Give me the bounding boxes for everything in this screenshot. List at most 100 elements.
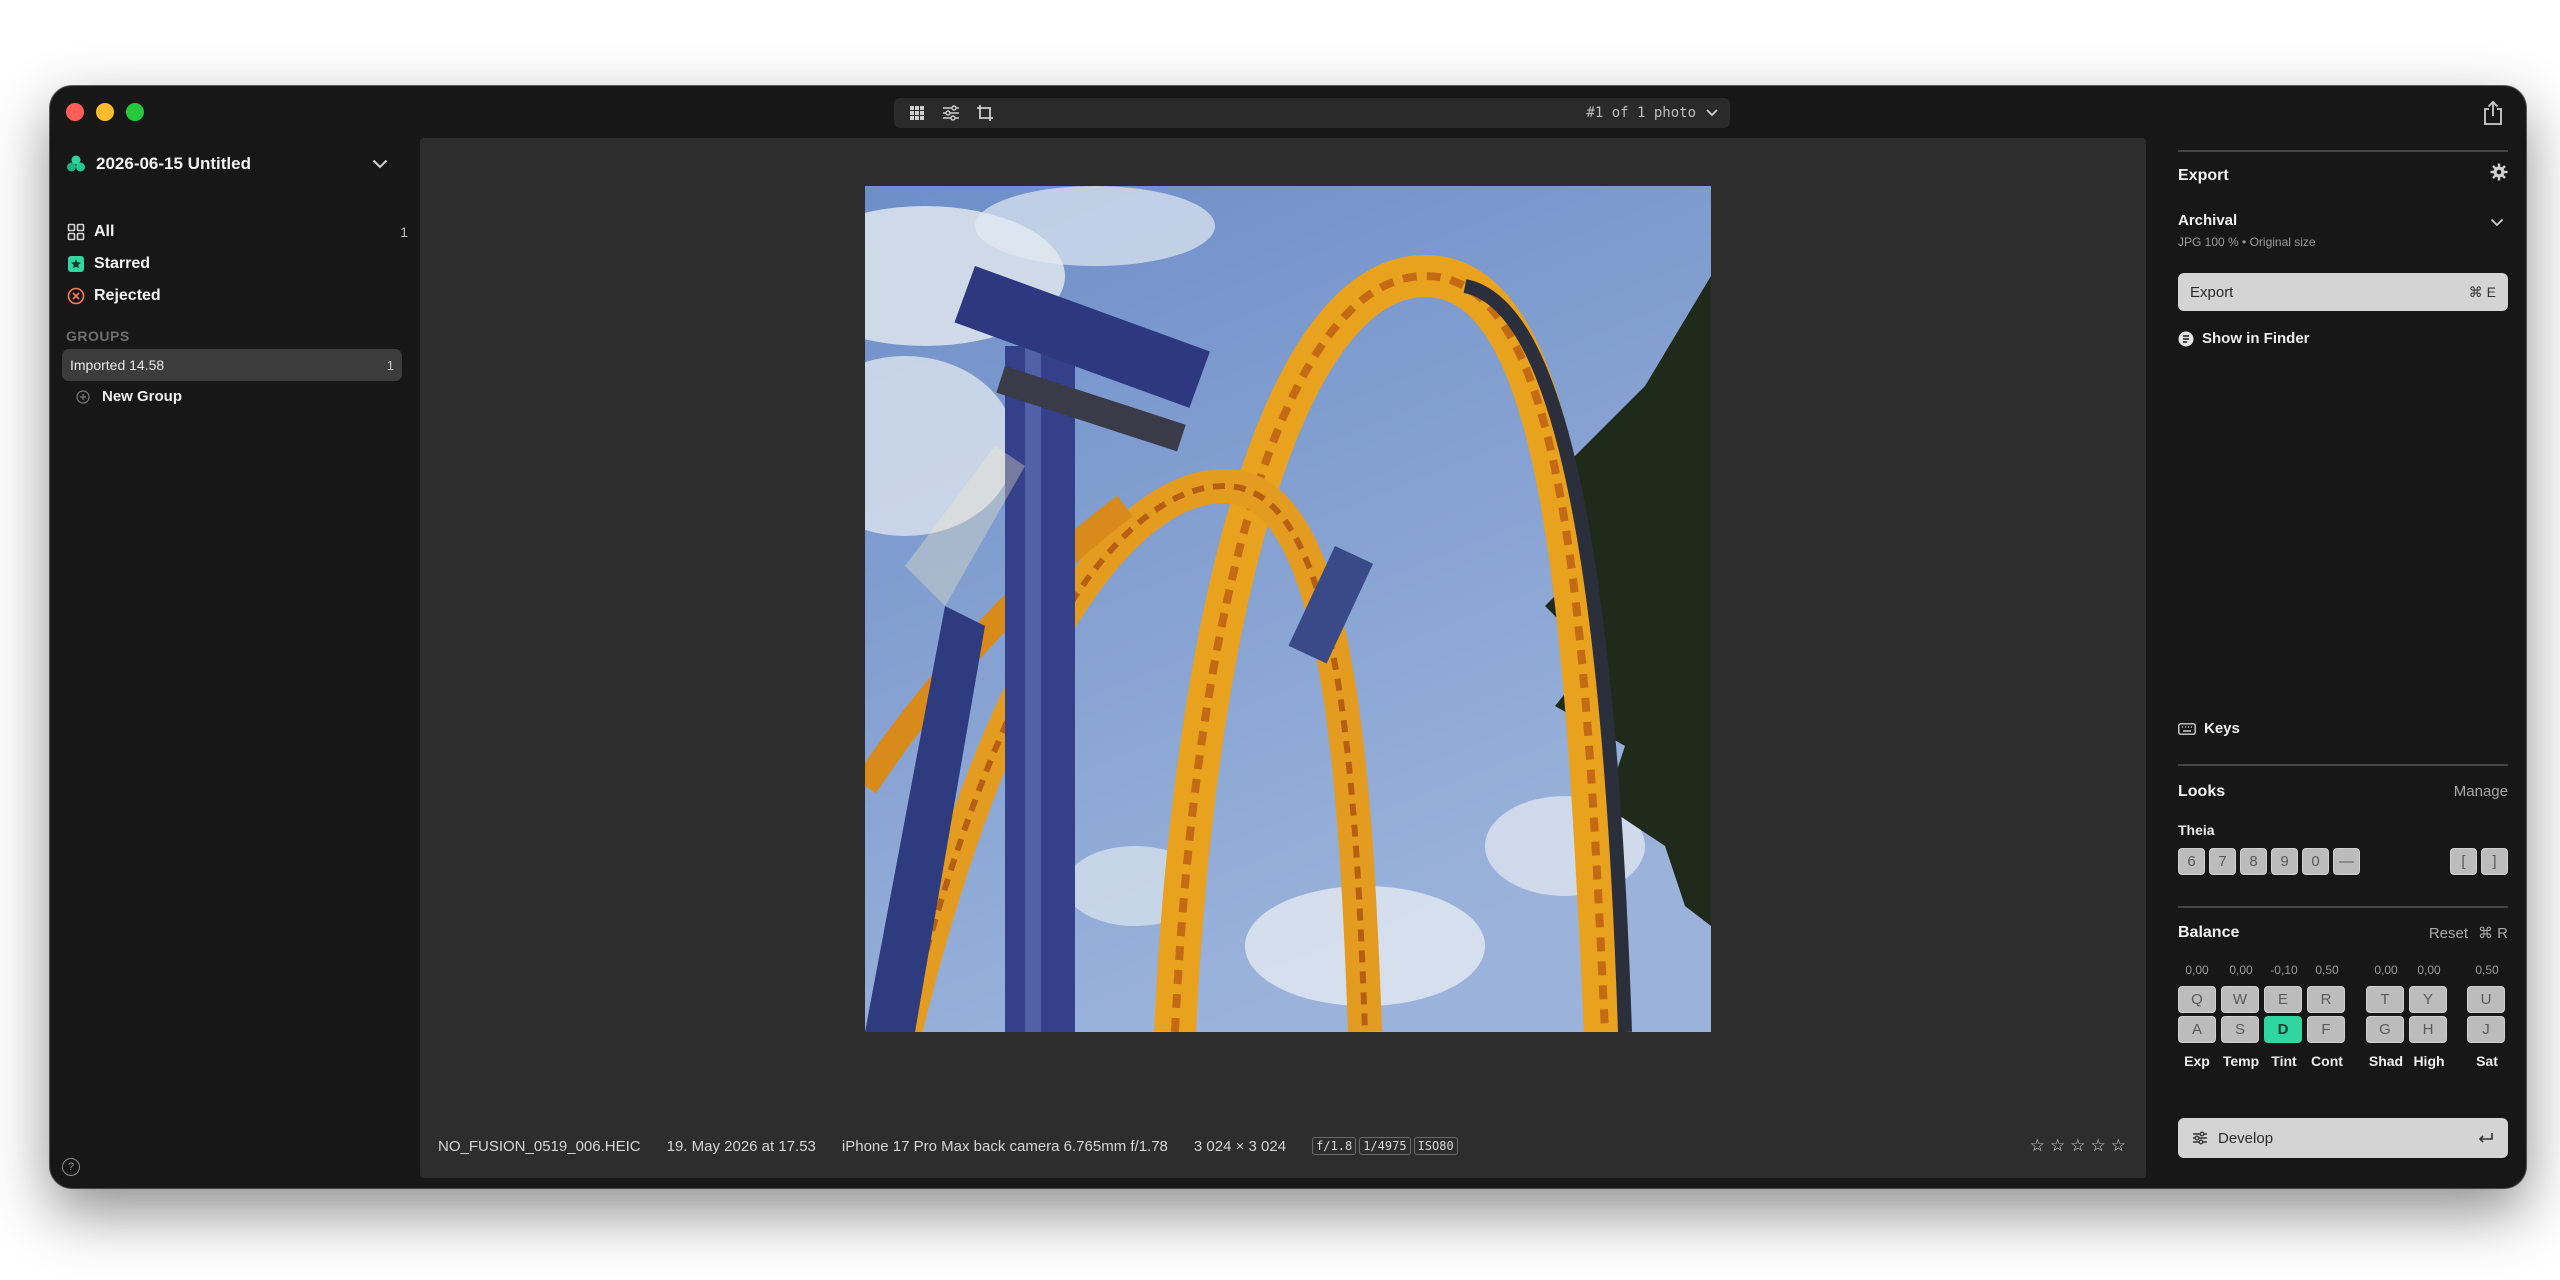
grid-view-button[interactable] bbox=[900, 98, 934, 128]
balance-reset-button[interactable]: Reset ⌘ R bbox=[2429, 924, 2508, 943]
star-2-icon[interactable]: ☆ bbox=[2050, 1136, 2065, 1156]
star-4-icon[interactable]: ☆ bbox=[2091, 1136, 2106, 1156]
share-icon bbox=[2484, 100, 2502, 125]
plus-circle-icon bbox=[76, 389, 90, 404]
traffic-lights bbox=[66, 103, 144, 121]
shutter-chip: 1/4975 bbox=[1359, 1137, 1411, 1155]
exp-down-key[interactable]: A bbox=[2178, 1016, 2216, 1043]
preset-chevron[interactable] bbox=[2490, 214, 2504, 232]
tint-value: -0,10 bbox=[2270, 963, 2298, 977]
look-keys: 6 7 8 9 0 — bbox=[2178, 848, 2360, 875]
looks-manage-button[interactable]: Manage bbox=[2454, 783, 2508, 800]
grid-icon bbox=[66, 222, 86, 242]
group-count: 1 bbox=[386, 357, 394, 373]
library-menu-chevron[interactable] bbox=[372, 156, 388, 174]
filter-rejected[interactable]: Rejected bbox=[66, 280, 408, 312]
crop-button[interactable] bbox=[968, 98, 1002, 128]
star-5-icon[interactable]: ☆ bbox=[2111, 1136, 2126, 1156]
photo-canvas: NO_FUSION_0519_006.HEIC 19. May 2026 at … bbox=[420, 138, 2146, 1178]
reset-shortcut: ⌘ R bbox=[2478, 925, 2508, 942]
look-key-9[interactable]: 9 bbox=[2271, 848, 2298, 875]
zoom-window-button[interactable] bbox=[126, 103, 144, 121]
shad-down-key[interactable]: G bbox=[2366, 1016, 2404, 1043]
capture-date: 19. May 2026 at 17.53 bbox=[666, 1137, 816, 1155]
temp-down-key[interactable]: S bbox=[2221, 1016, 2259, 1043]
temp-up-key[interactable]: W bbox=[2221, 986, 2259, 1013]
look-nav-keys: [ ] bbox=[2450, 848, 2508, 875]
library-selector[interactable]: 2026-06-15 Untitled bbox=[66, 154, 251, 174]
aperture-chip: f/1.8 bbox=[1312, 1137, 1357, 1155]
group-item[interactable]: Imported 14.58 1 bbox=[62, 349, 402, 381]
export-button[interactable]: Export ⌘ E bbox=[2178, 273, 2508, 311]
photo-count-label: #1 of 1 photo bbox=[1586, 105, 1696, 121]
filter-starred[interactable]: Starred bbox=[66, 248, 408, 280]
look-prev-key[interactable]: [ bbox=[2450, 848, 2477, 875]
star-3-icon[interactable]: ☆ bbox=[2070, 1136, 2085, 1156]
show-in-finder-label: Show in Finder bbox=[2202, 330, 2310, 347]
photo-counter-dropdown[interactable]: #1 of 1 photo bbox=[1586, 98, 1718, 128]
shad-value: 0,00 bbox=[2374, 963, 2398, 977]
high-down-key[interactable]: H bbox=[2409, 1016, 2447, 1043]
minimize-window-button[interactable] bbox=[96, 103, 114, 121]
cont-up-key[interactable]: R bbox=[2307, 986, 2345, 1013]
look-key-none[interactable]: — bbox=[2333, 848, 2360, 875]
photo-preview[interactable] bbox=[865, 186, 1711, 1032]
shad-label: Shad bbox=[2368, 1053, 2404, 1069]
roller-coaster-photo bbox=[865, 186, 1711, 1032]
help-icon[interactable]: ? bbox=[62, 1158, 80, 1176]
filter-rejected-label: Rejected bbox=[94, 287, 161, 304]
divider bbox=[2178, 906, 2508, 908]
star-1-icon[interactable]: ☆ bbox=[2030, 1136, 2045, 1156]
app-window: #1 of 1 photo 2026-06-15 Untitled All 1 bbox=[50, 86, 2526, 1188]
sat-up-key[interactable]: U bbox=[2467, 986, 2505, 1013]
shad-up-key[interactable]: T bbox=[2366, 986, 2404, 1013]
cont-down-key[interactable]: F bbox=[2307, 1016, 2345, 1043]
develop-button[interactable]: Develop bbox=[2178, 1118, 2508, 1158]
export-preset-detail: JPG 100 % • Original size bbox=[2178, 235, 2316, 249]
keys-toggle[interactable]: Keys bbox=[2178, 720, 2240, 737]
show-in-finder-button[interactable]: Show in Finder bbox=[2178, 330, 2310, 347]
sat-label: Sat bbox=[2476, 1053, 2498, 1069]
adjust-button[interactable] bbox=[934, 98, 968, 128]
look-next-key[interactable]: ] bbox=[2481, 848, 2508, 875]
export-settings-button[interactable] bbox=[2490, 163, 2508, 186]
gear-icon bbox=[2490, 163, 2508, 181]
filename: NO_FUSION_0519_006.HEIC bbox=[438, 1137, 641, 1155]
look-key-7[interactable]: 7 bbox=[2209, 848, 2236, 875]
finder-icon bbox=[2178, 331, 2194, 346]
toolbar: #1 of 1 photo bbox=[894, 98, 1730, 128]
grid-icon bbox=[910, 106, 924, 120]
sat-down-key[interactable]: J bbox=[2467, 1016, 2505, 1043]
new-group-label: New Group bbox=[102, 388, 183, 405]
tint-down-key[interactable]: D bbox=[2264, 1016, 2302, 1043]
keys-label: Keys bbox=[2204, 720, 2240, 737]
close-window-button[interactable] bbox=[66, 103, 84, 121]
filter-all[interactable]: All 1 bbox=[66, 216, 408, 248]
export-preset-name[interactable]: Archival bbox=[2178, 212, 2237, 229]
new-group-button[interactable]: New Group bbox=[76, 388, 182, 405]
look-key-0[interactable]: 0 bbox=[2302, 848, 2329, 875]
high-value: 0,00 bbox=[2417, 963, 2441, 977]
tint-up-key[interactable]: E bbox=[2264, 986, 2302, 1013]
photo-metadata-bar: NO_FUSION_0519_006.HEIC 19. May 2026 at … bbox=[438, 1134, 1461, 1158]
high-up-key[interactable]: Y bbox=[2409, 986, 2447, 1013]
cont-label: Cont bbox=[2311, 1053, 2343, 1069]
look-key-6[interactable]: 6 bbox=[2178, 848, 2205, 875]
looks-title: Looks bbox=[2178, 783, 2226, 800]
sliders-icon bbox=[2193, 1131, 2207, 1145]
filter-starred-label: Starred bbox=[94, 255, 151, 272]
export-shortcut: ⌘ E bbox=[2468, 283, 2496, 300]
exp-up-key[interactable]: Q bbox=[2178, 986, 2216, 1013]
filter-list: All 1 Starred Rejected bbox=[66, 216, 408, 312]
group-label: Imported 14.58 bbox=[70, 357, 165, 373]
develop-button-label: Develop bbox=[2218, 1129, 2274, 1147]
right-panel: Export Archival JPG 100 % • Original siz… bbox=[2178, 138, 2508, 1188]
reject-icon bbox=[66, 286, 86, 306]
sat-value: 0,50 bbox=[2475, 963, 2499, 977]
look-set-name: Theia bbox=[2178, 822, 2215, 838]
share-button[interactable] bbox=[2478, 98, 2508, 128]
cont-value: 0,50 bbox=[2315, 963, 2339, 977]
keyboard-icon bbox=[2178, 722, 2196, 735]
look-key-8[interactable]: 8 bbox=[2240, 848, 2267, 875]
balance-title: Balance bbox=[2178, 924, 2240, 941]
